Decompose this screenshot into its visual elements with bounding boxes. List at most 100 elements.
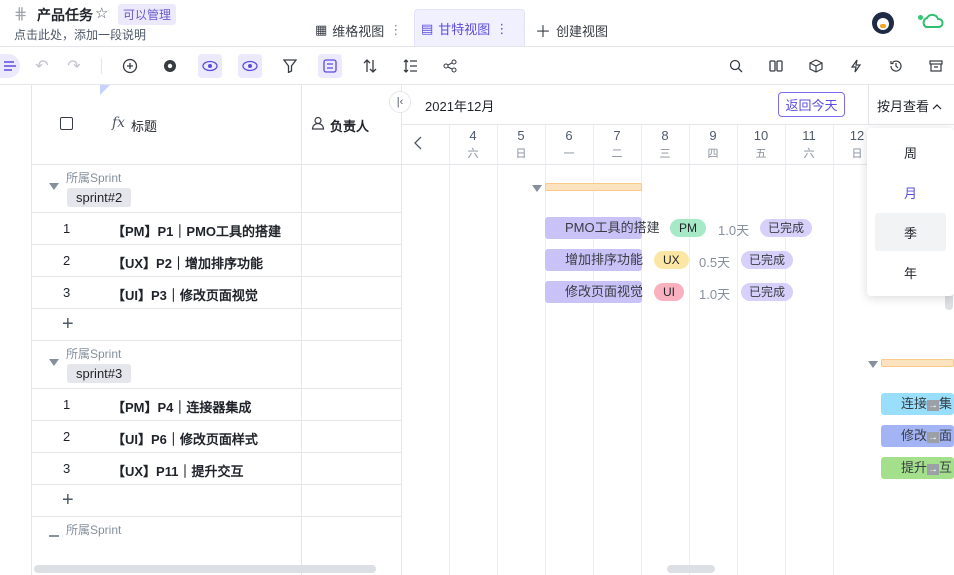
collapse-summary-icon[interactable] xyxy=(532,185,542,192)
cloud-icon[interactable] xyxy=(920,12,944,35)
star-icon[interactable]: ☆ xyxy=(95,4,108,22)
plus-icon: ＋ xyxy=(535,24,552,41)
day-weekday: 五 xyxy=(755,148,767,160)
tab-label: 创建视图 xyxy=(556,23,609,39)
avatar[interactable] xyxy=(872,12,894,34)
column-header-owner[interactable]: 负责人 xyxy=(330,116,369,135)
task-bar[interactable]: 连接→集 xyxy=(881,393,954,415)
duration: 1.0天 xyxy=(699,287,731,302)
row-title[interactable]: 【UI】P6｜修改页面样式 xyxy=(112,429,258,448)
redo-icon[interactable]: ↷ xyxy=(62,54,86,78)
task-bar[interactable]: PMO工具的搭建 xyxy=(545,217,660,239)
day-number: 11 xyxy=(802,128,816,143)
filter-icon[interactable] xyxy=(278,54,302,78)
day-weekday: 六 xyxy=(803,148,815,160)
gantt-horizontal-scrollbar[interactable] xyxy=(667,565,715,573)
day-number: 4 xyxy=(469,128,477,143)
collapse-group-icon[interactable] xyxy=(49,359,59,366)
add-record-icon[interactable] xyxy=(118,54,142,78)
row-title[interactable]: 【PM】P4｜连接器集成 xyxy=(112,397,251,416)
day-weekday: 二 xyxy=(611,148,623,160)
task-bar[interactable]: 增加排序功能 xyxy=(545,249,643,271)
widget-icon[interactable] xyxy=(804,54,828,78)
group-label: 所属Sprint xyxy=(66,347,122,361)
role-tag: UI xyxy=(654,283,684,301)
tab-create-view[interactable]: ＋ 创建视图 xyxy=(529,14,614,46)
tab-label: 维格视图 xyxy=(332,23,385,39)
more-icon[interactable]: ⋮ xyxy=(495,21,508,37)
prev-period-icon[interactable] xyxy=(413,136,423,155)
day-number: 8 xyxy=(661,128,669,143)
duration: 0.5天 xyxy=(699,255,731,270)
option-year[interactable]: 年 xyxy=(875,253,946,291)
row-index: 3 xyxy=(63,461,71,476)
day-number: 10 xyxy=(753,128,769,143)
share-icon[interactable] xyxy=(438,54,462,78)
sidebar-toggle-button[interactable] xyxy=(0,54,20,78)
row-title[interactable]: 【UX】P11｜提升交互 xyxy=(112,461,243,480)
status-badge: 已完成 xyxy=(741,283,794,301)
task-bar[interactable]: 提升→互 xyxy=(881,457,954,479)
day-weekday: 日 xyxy=(515,148,527,160)
history-icon[interactable] xyxy=(884,54,908,78)
add-row-button[interactable]: + xyxy=(62,313,74,336)
tab-gantt-view[interactable]: ▤ 甘特视图 ⋮ xyxy=(414,9,525,47)
columns-icon[interactable] xyxy=(764,54,788,78)
more-icon[interactable]: ⋮ xyxy=(389,22,402,38)
task-bar[interactable]: 修改页面视觉 xyxy=(545,281,643,303)
settings-icon[interactable] xyxy=(158,54,182,78)
search-icon[interactable] xyxy=(724,54,748,78)
day-number: 7 xyxy=(613,128,621,143)
row-title[interactable]: 【UX】P2｜增加排序功能 xyxy=(112,253,263,272)
day-weekday: 三 xyxy=(659,148,671,160)
horizontal-scrollbar[interactable] xyxy=(34,565,376,573)
sort-icon[interactable] xyxy=(358,54,382,78)
option-week[interactable]: 周 xyxy=(875,133,946,171)
chevron-up-icon xyxy=(932,98,942,113)
row-title[interactable]: 【PM】P1｜PMO工具的搭建 xyxy=(112,221,281,240)
automation-icon[interactable] xyxy=(844,54,868,78)
option-quarter[interactable]: 季 xyxy=(875,213,946,251)
drag-handle-icon[interactable]: ⋕ xyxy=(14,4,27,24)
day-number: 6 xyxy=(565,128,573,143)
archive-icon[interactable] xyxy=(924,54,948,78)
person-icon xyxy=(311,116,325,135)
sprint-summary-bar[interactable] xyxy=(545,183,642,191)
record-grid: fx 标题 负责人 所属Sprint sprint#2 1 【PM】P1｜PMO… xyxy=(31,85,402,575)
collapse-grid-button[interactable]: |‹ xyxy=(389,91,411,113)
select-all-checkbox[interactable] xyxy=(60,117,73,130)
collapse-group-icon[interactable] xyxy=(49,183,59,190)
group-chip: sprint#2 xyxy=(67,188,132,207)
role-tag: PM xyxy=(670,219,706,237)
collapse-summary-icon[interactable] xyxy=(868,361,878,368)
group-label: 所属Sprint xyxy=(66,523,122,537)
page-title[interactable]: 产品任务 xyxy=(37,5,93,25)
view-by-select[interactable]: 按月查看 xyxy=(868,85,954,125)
hidden-fields-icon[interactable] xyxy=(238,54,262,78)
day-gridline xyxy=(593,125,594,575)
row-height-icon[interactable] xyxy=(398,54,422,78)
role-tag: UX xyxy=(654,251,689,269)
arrow-right-icon: → xyxy=(927,400,940,411)
sprint-summary-bar[interactable] xyxy=(881,359,954,367)
day-gridline xyxy=(737,125,738,575)
day-gridline xyxy=(641,125,642,575)
row-index: 2 xyxy=(63,429,71,444)
column-header-title[interactable]: 标题 xyxy=(131,116,157,135)
row-index: 1 xyxy=(63,397,71,412)
option-month[interactable]: 月 xyxy=(875,173,946,211)
add-row-button[interactable]: + xyxy=(62,489,74,512)
view-icon[interactable] xyxy=(198,54,222,78)
day-weekday: 四 xyxy=(707,148,719,160)
collapse-group-icon[interactable] xyxy=(49,535,59,537)
undo-icon[interactable]: ↶ xyxy=(30,54,54,78)
back-today-button[interactable]: 返回今天 xyxy=(778,92,845,117)
row-title[interactable]: 【UI】P3｜修改页面视觉 xyxy=(112,285,258,304)
gantt-month: 2021年12月 xyxy=(425,99,495,114)
page-description[interactable]: 点击此处，添加一段说明 xyxy=(14,26,146,43)
tab-grid-view[interactable]: ▦ 维格视图 ⋮ xyxy=(309,14,408,46)
group-icon[interactable] xyxy=(318,54,342,78)
row-index: 3 xyxy=(63,285,71,300)
gantt-view-icon: ▤ xyxy=(421,20,434,36)
task-bar[interactable]: 修改→面 xyxy=(881,425,954,447)
